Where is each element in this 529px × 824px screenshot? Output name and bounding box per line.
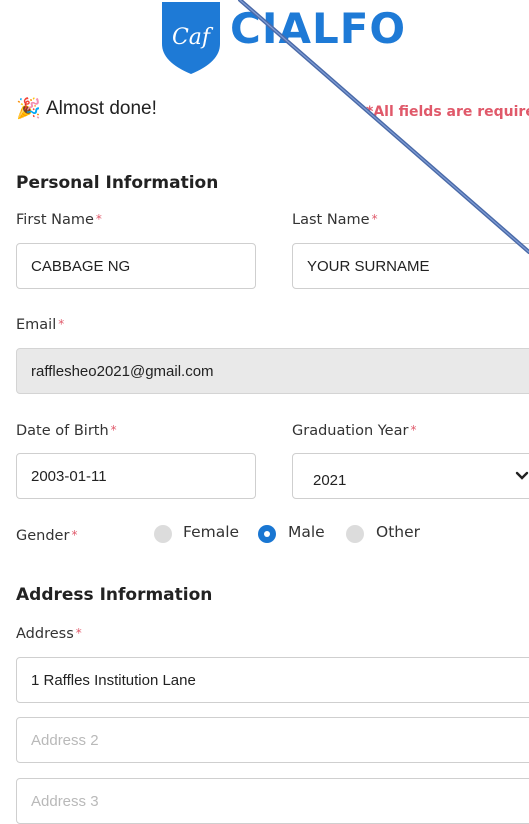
address-line3-input[interactable]: Address 3 [16, 778, 529, 824]
gender-male-radio[interactable] [258, 525, 276, 543]
gender-other-radio[interactable] [346, 525, 364, 543]
required-asterisk: * [71, 528, 78, 542]
dob-input[interactable]: 2003-01-11 [16, 453, 256, 499]
address-section-heading: Address Information [16, 585, 213, 605]
brand-name: CIALFO [230, 4, 407, 53]
address-line2-input[interactable]: Address 2 [16, 717, 529, 763]
address-label: Address * [16, 626, 82, 642]
required-asterisk: * [410, 423, 417, 437]
header-emoji: 🎉 [16, 98, 41, 120]
required-note: *All fields are required [366, 104, 529, 120]
email-label: Email * [16, 317, 65, 333]
first-name-input[interactable]: CABBAGE NG [16, 243, 256, 289]
gender-female-label[interactable]: Female [183, 523, 239, 541]
gender-male-label[interactable]: Male [288, 523, 325, 541]
required-asterisk: * [58, 317, 65, 331]
required-asterisk: * [371, 212, 378, 226]
graduation-year-label: Graduation Year * [292, 423, 417, 439]
page-title: Almost done! [46, 98, 157, 119]
last-name-input[interactable]: YOUR SURNAME [292, 243, 529, 289]
gender-label: Gender * [16, 528, 78, 544]
shield-icon: Caf [162, 2, 220, 74]
dob-label: Date of Birth * [16, 423, 117, 439]
required-asterisk: * [95, 212, 102, 226]
graduation-year-select[interactable]: 2021 [292, 453, 529, 499]
required-asterisk: * [110, 423, 117, 437]
gender-female-radio[interactable] [154, 525, 172, 543]
last-name-label: Last Name * [292, 212, 378, 228]
brand-logo: Caf CIALFO [160, 0, 405, 80]
address-line1-input[interactable]: 1 Raffles Institution Lane [16, 657, 529, 703]
personal-section-heading: Personal Information [16, 173, 219, 193]
svg-text:Caf: Caf [172, 25, 214, 50]
gender-other-label[interactable]: Other [376, 523, 420, 541]
chevron-down-icon [515, 471, 529, 480]
required-asterisk: * [75, 626, 82, 640]
email-field[interactable]: rafflesheo2021@gmail.com [16, 348, 529, 394]
first-name-label: First Name * [16, 212, 102, 228]
